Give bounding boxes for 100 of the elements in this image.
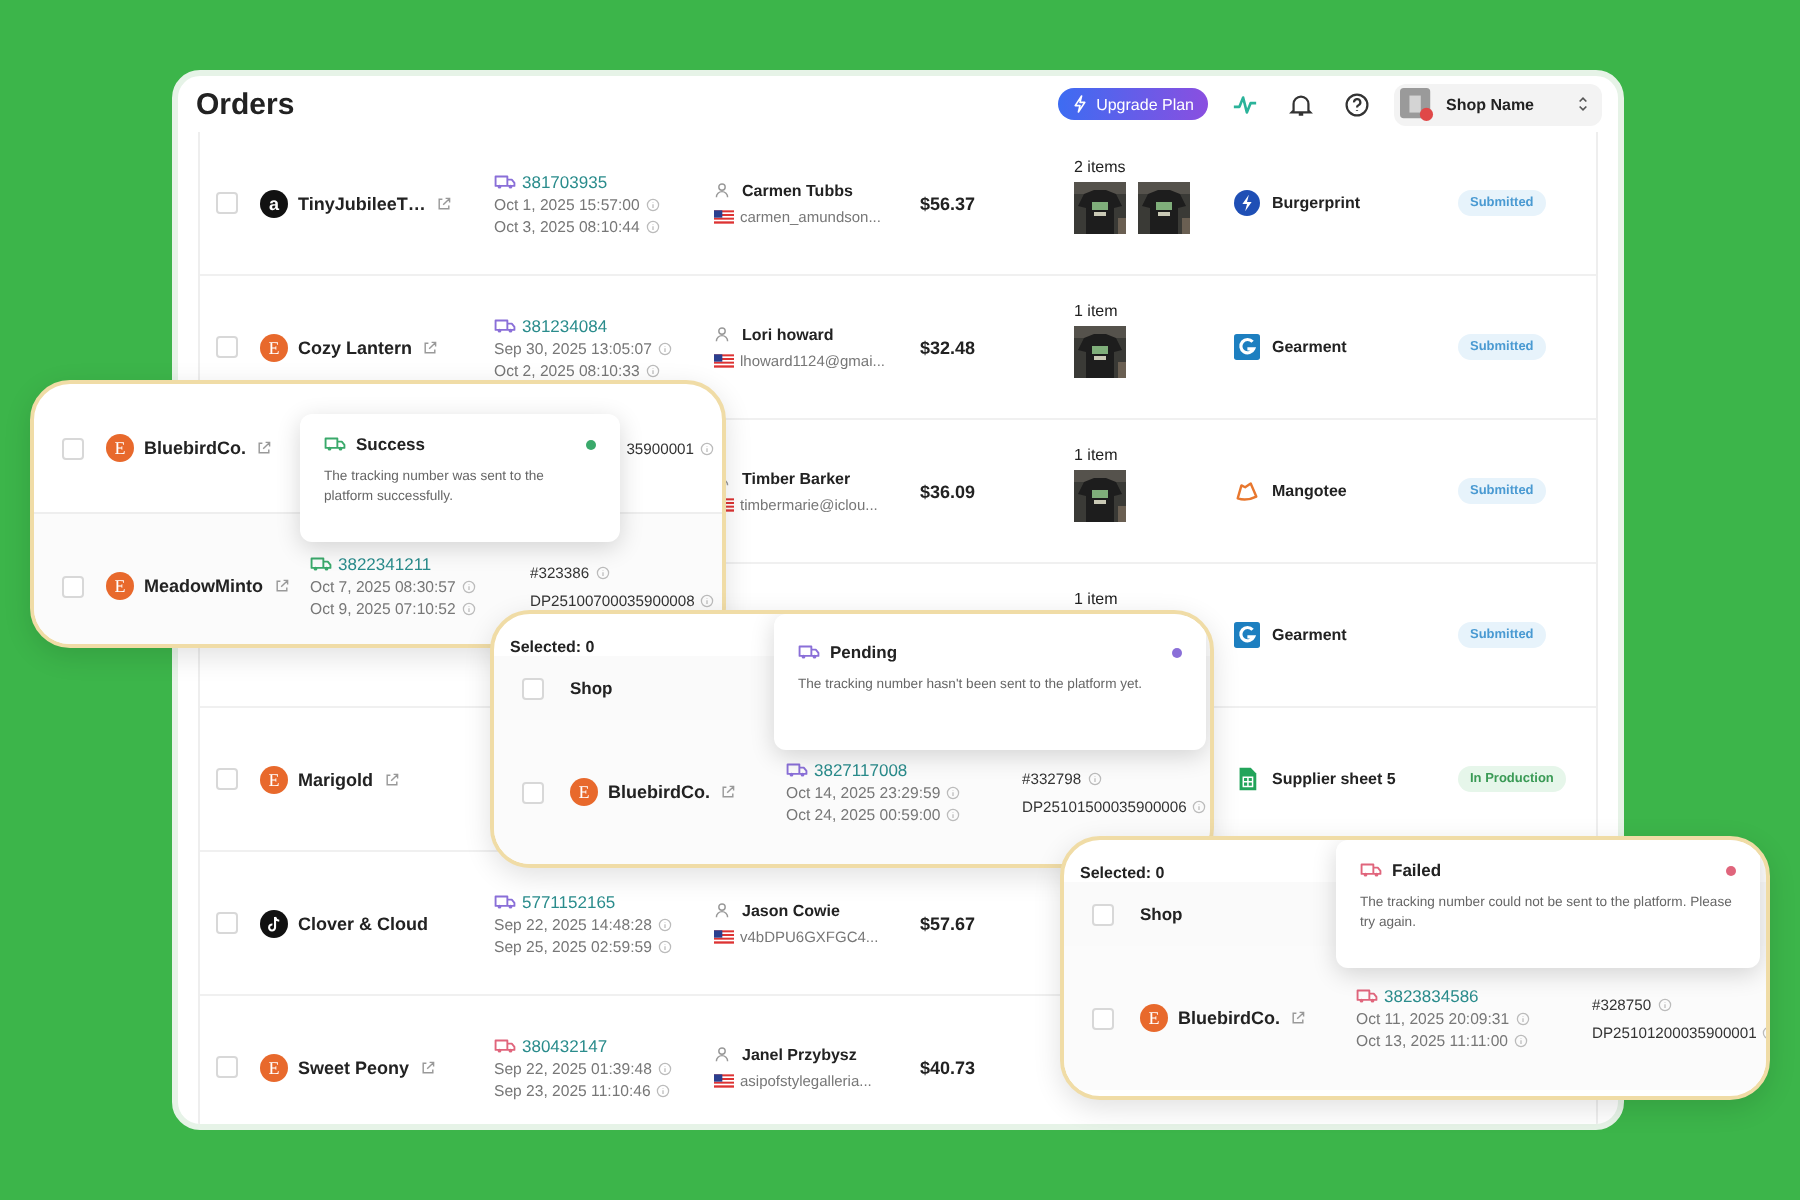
- info-icon: [461, 580, 476, 594]
- customer-name: Timber Barker: [742, 469, 851, 487]
- tracking-number[interactable]: 381234084: [522, 315, 608, 335]
- flag-icon: [714, 929, 734, 943]
- supplier-name: Gearment: [1272, 626, 1347, 644]
- supplier-name: Burgerprint: [1272, 194, 1360, 212]
- square-logo-icon: [1234, 334, 1260, 360]
- order-total: $40.73: [920, 1057, 976, 1077]
- external-link-icon[interactable]: [435, 195, 452, 211]
- info-icon: [946, 808, 961, 822]
- external-link-icon[interactable]: [720, 784, 736, 800]
- customer-name: Janel Przybysz: [742, 1045, 857, 1063]
- info-icon: [645, 363, 660, 377]
- info-icon: [1515, 1012, 1530, 1026]
- info-icon: [657, 341, 672, 355]
- shop-name: Cozy Lantern: [298, 337, 413, 357]
- person-icon: [714, 182, 730, 198]
- upgrade-button[interactable]: Upgrade Plan: [1058, 88, 1208, 120]
- order-total: $57.67: [920, 913, 976, 933]
- person-icon: [714, 326, 730, 342]
- item-count: 1 item: [1074, 446, 1118, 464]
- checkbox[interactable]: [522, 677, 544, 699]
- spreadsheet-icon: [1234, 766, 1260, 792]
- info-icon: [461, 602, 476, 616]
- customer-name: Lori howard: [742, 325, 834, 343]
- flag-icon: [714, 353, 734, 367]
- info-icon: [1087, 771, 1102, 785]
- tooltip-title: Pending: [830, 642, 898, 662]
- info-icon: [700, 441, 714, 455]
- customer-name: Carmen Tubbs: [742, 181, 853, 199]
- page-title: Orders: [196, 87, 295, 121]
- column-header: Shop: [570, 678, 615, 698]
- shop-name: Sweet Peony: [298, 1057, 410, 1077]
- lightning-logo-icon: [1234, 190, 1260, 216]
- shop-name: Marigold: [298, 769, 373, 789]
- supplier-name: Supplier sheet 5: [1272, 770, 1396, 788]
- checkbox[interactable]: [62, 437, 84, 459]
- lightning-icon: [1072, 94, 1089, 114]
- checkbox[interactable]: [1092, 1007, 1114, 1029]
- supplier-name: Mangotee: [1272, 482, 1347, 500]
- tracking-number[interactable]: 3823834586: [1384, 986, 1479, 1006]
- shop-avatar: E: [260, 1053, 288, 1081]
- info-icon: [1657, 997, 1672, 1011]
- order-total: $36.09: [920, 481, 976, 501]
- info-icon: [657, 1061, 672, 1075]
- checkbox[interactable]: [216, 1056, 238, 1078]
- external-link-icon[interactable]: [422, 339, 439, 355]
- shop-name: TinyJubileeT…: [298, 193, 426, 213]
- checkbox[interactable]: [216, 768, 238, 790]
- supplier-name: Gearment: [1272, 338, 1347, 356]
- store-icon: [1400, 87, 1434, 121]
- shop-name-label: Shop Name: [1446, 95, 1535, 113]
- tooltip-title: Failed: [1392, 860, 1442, 880]
- bell-icon[interactable]: [1288, 91, 1314, 117]
- tracking-number[interactable]: 3822341211: [338, 554, 432, 574]
- external-link-icon[interactable]: [256, 440, 272, 456]
- flag-icon: [714, 209, 734, 223]
- person-icon: [714, 1046, 730, 1062]
- shop-name: Clover & Cloud: [298, 913, 429, 933]
- checkbox[interactable]: [216, 336, 238, 358]
- chevron-updown-icon: [1576, 94, 1590, 114]
- shop-name: BluebirdCo.: [144, 438, 246, 458]
- tracking-number[interactable]: 3827117008: [814, 760, 908, 780]
- item-count: 1 item: [1074, 590, 1118, 608]
- flag-icon: [714, 1073, 734, 1087]
- sneaker-icon: [1234, 478, 1260, 504]
- tracking-number[interactable]: 5771152165: [522, 891, 616, 911]
- column-header: Shop: [1140, 904, 1185, 924]
- checkbox[interactable]: [1092, 903, 1114, 925]
- external-link-icon[interactable]: [1290, 1010, 1306, 1026]
- item-count: 2 items: [1074, 158, 1126, 176]
- customer-name: Jason Cowie: [742, 901, 840, 919]
- checkbox[interactable]: [216, 912, 238, 934]
- tracking-number[interactable]: 380432147: [522, 1035, 608, 1055]
- external-link-icon[interactable]: [273, 578, 289, 594]
- shop-avatar: E: [106, 572, 134, 600]
- shop-name: BluebirdCo.: [608, 782, 710, 802]
- shop-avatar: E: [1140, 1004, 1168, 1032]
- info-icon: [1514, 1034, 1529, 1048]
- external-link-icon[interactable]: [419, 1059, 436, 1075]
- shop-avatar: E: [106, 434, 134, 462]
- shop-avatar: E: [260, 333, 288, 361]
- shop-avatar: E: [570, 778, 598, 806]
- selected-count: Selected: 0: [510, 638, 595, 656]
- shop-avatar: E: [260, 765, 288, 793]
- info-icon: [946, 786, 961, 800]
- shop-selector[interactable]: Shop Name: [1394, 83, 1602, 125]
- checkbox[interactable]: [62, 575, 84, 597]
- info-icon: [656, 1083, 671, 1097]
- info-icon: [1192, 799, 1207, 813]
- item-count: 1 item: [1074, 302, 1118, 320]
- activity-icon[interactable]: [1232, 91, 1258, 117]
- help-icon[interactable]: [1344, 91, 1370, 117]
- info-icon: [645, 197, 660, 211]
- external-link-icon[interactable]: [383, 771, 399, 787]
- tracking-number[interactable]: 381703935: [522, 171, 608, 191]
- info-icon: [657, 917, 672, 931]
- checkbox[interactable]: [522, 781, 544, 803]
- order-total: $32.48: [920, 337, 976, 357]
- checkbox[interactable]: [216, 192, 238, 214]
